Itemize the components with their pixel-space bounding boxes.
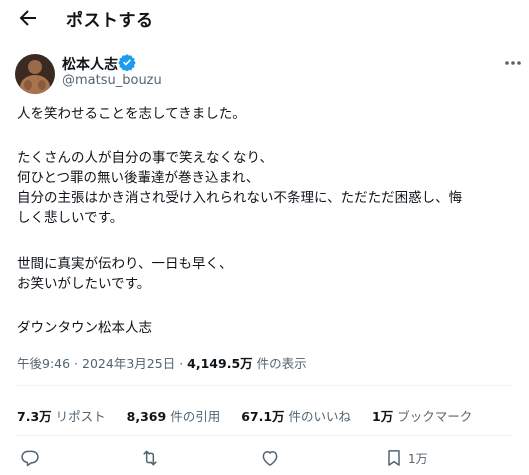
tweet-line: 何ひとつ罪の無い後輩達が巻き込まれ、 [17,170,260,186]
avatar[interactable] [15,54,55,94]
repost-stat[interactable]: 7.3万 リポスト [17,406,106,425]
tweet-line: 世間に真実が伝わり、一日も早く、 [17,256,233,272]
tweet-time[interactable]: 午後9:46 [17,356,70,371]
page-title: ポストする [66,11,154,31]
tweet-line: ダウンタウン松本人志 [17,320,152,336]
meta-separator: · [179,356,184,371]
verified-badge-icon [118,54,136,71]
repost-icon[interactable] [140,448,160,468]
reply-icon[interactable] [20,448,40,468]
like-stat[interactable]: 67.1万 件のいいね [241,406,351,425]
tweet-line: お笑いがしたいです。 [17,276,151,292]
more-icon[interactable] [502,56,524,70]
divider [16,385,513,386]
tweet-line: たくさんの人が自分の事で笑えなくなり、 [17,150,273,166]
bookmark-icon[interactable] [384,448,404,468]
like-icon[interactable] [260,448,280,468]
bookmark-count: 1万 [408,452,428,466]
tweet-line: しく悲しいです。 [17,210,124,226]
engagement-stats: 7.3万 リポスト 8,369 件の引用 67.1万 件のいいね 1万 ブックマーク [17,406,489,425]
tweet-date[interactable]: 2024年3月25日 [82,356,175,371]
view-count: 4,149.5万 [187,356,253,371]
top-bar: ポストする [0,0,529,36]
author-handle[interactable]: @matsu_bouzu [62,73,162,88]
tweet-meta: 午後9:46 · 2024年3月25日 · 4,149.5万 件の表示 [17,353,307,372]
divider [16,435,513,436]
view-label: 件の表示 [256,356,307,371]
tweet-line: 人を笑わせることを志してきました。 [17,106,246,122]
quote-stat[interactable]: 8,369 件の引用 [127,406,221,425]
tweet-line: 自分の主張はかき消され受け入れられない不条理に、ただただ困惑し、悔 [17,190,463,206]
bookmark-stat[interactable]: 1万 ブックマーク [372,406,472,425]
author-name[interactable]: 松本人志 [62,54,118,74]
meta-separator: · [74,356,79,371]
back-arrow-icon[interactable] [16,6,40,30]
